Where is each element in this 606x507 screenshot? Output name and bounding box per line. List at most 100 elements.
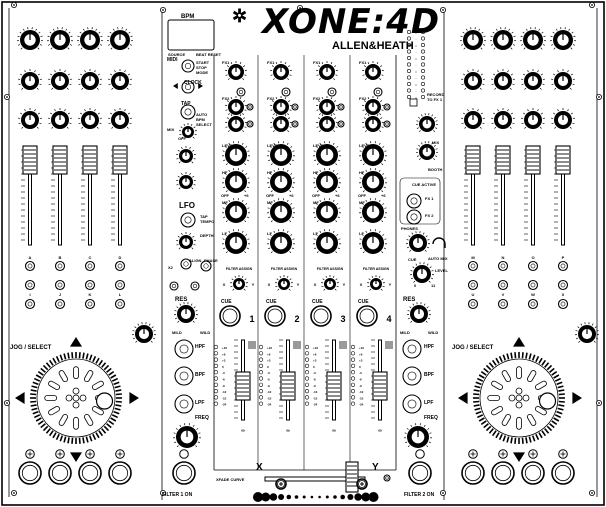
- deck-right-cue-button-4[interactable]: [551, 461, 575, 485]
- ch1-filter-assign-knob[interactable]: [230, 275, 248, 291]
- lfo-rate-knob-2[interactable]: [176, 172, 196, 190]
- ch2-fader[interactable]: [279, 339, 296, 421]
- deck-right-left-arrow[interactable]: [458, 392, 468, 404]
- deck-right-cue-button-1[interactable]: [461, 461, 485, 485]
- ch2-gain-knob[interactable]: [270, 113, 292, 133]
- deck-left-top-knob-1[interactable]: [17, 27, 43, 50]
- filter2-hpf-button[interactable]: [402, 339, 422, 359]
- deck-left-button-a4[interactable]: [114, 260, 126, 272]
- deck-left-top-knob-3[interactable]: [77, 27, 103, 50]
- deck-left-select-encoder[interactable]: [132, 322, 156, 343]
- ch4-gain-led[interactable]: [383, 120, 391, 128]
- deck-left-left-arrow[interactable]: [15, 392, 25, 404]
- ch2-filter-assign-knob[interactable]: [275, 275, 293, 291]
- deck-right-button-b4[interactable]: [557, 279, 569, 291]
- deck-left-right-arrow[interactable]: [129, 392, 139, 404]
- deck-right-button-a1[interactable]: [467, 260, 479, 272]
- deck-right-button-c1[interactable]: [467, 298, 479, 310]
- filter1-res-knob[interactable]: [174, 302, 198, 323]
- deck-right-cue-button-2[interactable]: [491, 461, 515, 485]
- ch1-cue-button[interactable]: [219, 305, 241, 327]
- ch1-gain-knob[interactable]: [225, 113, 247, 133]
- deck-right-top-knob-2[interactable]: [490, 27, 516, 50]
- ch2-gain-led[interactable]: [291, 120, 299, 128]
- ch1-pre-button[interactable]: [236, 87, 246, 97]
- deck-left-eq2-knob-3[interactable]: [78, 108, 102, 129]
- deck-right-select-encoder[interactable]: [575, 322, 599, 343]
- deck-left-eq2-knob-1[interactable]: [18, 108, 42, 129]
- crossfader-curve-right[interactable]: [356, 478, 368, 490]
- lfo-align-button[interactable]: [190, 281, 200, 291]
- ch2-fx2-led[interactable]: [291, 103, 299, 111]
- ch1-gain-led[interactable]: [246, 120, 254, 128]
- ch3-gain-led[interactable]: [337, 120, 345, 128]
- deck-right-top-knob-4[interactable]: [550, 27, 576, 50]
- deck-right-fader-1[interactable]: [464, 145, 481, 246]
- ch4-fx2-led[interactable]: [383, 103, 391, 111]
- deck-right-fader-3[interactable]: [524, 145, 541, 246]
- deck-left-button-c1[interactable]: [24, 298, 36, 310]
- deck-right-button-c2[interactable]: [497, 298, 509, 310]
- deck-left-eq-knob-2[interactable]: [48, 69, 72, 90]
- deck-left-button-b2[interactable]: [54, 279, 66, 291]
- deck-left-top-knob-2[interactable]: [47, 27, 73, 50]
- ch4-cue-button[interactable]: [356, 305, 378, 327]
- ch3-cue-button[interactable]: [310, 305, 332, 327]
- deck-left-eq2-knob-2[interactable]: [48, 108, 72, 129]
- master-mix-knob[interactable]: [415, 113, 439, 133]
- filter1-hpf-button[interactable]: [174, 339, 194, 359]
- filter2-freq-knob[interactable]: [404, 423, 432, 448]
- filter2-bpf-button[interactable]: [402, 366, 422, 386]
- ch4-fader[interactable]: [371, 339, 388, 421]
- deck-left-button-a1[interactable]: [24, 260, 36, 272]
- filter1-bpf-button[interactable]: [174, 366, 194, 386]
- cue-fx2-button[interactable]: [406, 209, 422, 225]
- deck-right-eq2-knob-4[interactable]: [551, 108, 575, 129]
- deck-right-eq-knob-3[interactable]: [521, 69, 545, 90]
- ch1-fx2-led[interactable]: [246, 103, 254, 111]
- deck-right-top-knob-3[interactable]: [520, 27, 546, 50]
- deck-left-button-b4[interactable]: [114, 279, 126, 291]
- deck-right-eq-knob-4[interactable]: [551, 69, 575, 90]
- phones-level-knob[interactable]: [410, 262, 434, 283]
- cue-fx1-button[interactable]: [406, 193, 422, 209]
- deck-left-button-c4[interactable]: [114, 298, 126, 310]
- deck-left-cue-button-1[interactable]: [18, 461, 42, 485]
- crossfader-cap[interactable]: [345, 461, 359, 493]
- deck-left-button-c3[interactable]: [84, 298, 96, 310]
- deck-right-button-c4[interactable]: [557, 298, 569, 310]
- lfo-depth-knob[interactable]: [176, 232, 196, 250]
- tap-button[interactable]: [180, 104, 196, 120]
- crossfader-curve-left[interactable]: [275, 478, 287, 490]
- deck-right-fader-2[interactable]: [494, 145, 511, 246]
- deck-left-eq-knob-1[interactable]: [18, 69, 42, 90]
- deck-right-button-b3[interactable]: [527, 279, 539, 291]
- deck-left-cue-button-2[interactable]: [48, 461, 72, 485]
- filter1-plus-led[interactable]: [179, 449, 189, 459]
- lfo-rate-knob-1[interactable]: [176, 146, 196, 164]
- ch1-fader[interactable]: [234, 339, 251, 421]
- deck-right-eq2-knob-2[interactable]: [491, 108, 515, 129]
- deck-right-fader-4[interactable]: [554, 145, 571, 246]
- deck-right-button-b1[interactable]: [467, 279, 479, 291]
- deck-left-eq-knob-4[interactable]: [108, 69, 132, 90]
- deck-left-eq-knob-3[interactable]: [78, 69, 102, 90]
- deck-right-right-arrow[interactable]: [572, 392, 582, 404]
- jog-push-knob[interactable]: [538, 392, 557, 410]
- deck-right-button-a2[interactable]: [497, 260, 509, 272]
- jog-wheel-left[interactable]: [30, 352, 122, 444]
- ch2-pre-button[interactable]: [281, 87, 291, 97]
- deck-left-fader-1[interactable]: [21, 145, 38, 246]
- filter2-on-button[interactable]: [408, 461, 432, 485]
- deck-right-button-a3[interactable]: [527, 260, 539, 272]
- deck-left-fader-4[interactable]: [111, 145, 128, 246]
- ch4-pre-button[interactable]: [373, 87, 383, 97]
- ch3-filter-assign-knob[interactable]: [321, 275, 339, 291]
- deck-left-button-b3[interactable]: [84, 279, 96, 291]
- deck-right-button-c3[interactable]: [527, 298, 539, 310]
- deck-left-button-a3[interactable]: [84, 260, 96, 272]
- deck-left-button-c2[interactable]: [54, 298, 66, 310]
- crossfader-reverse-led[interactable]: [383, 474, 391, 482]
- deck-right-button-b2[interactable]: [497, 279, 509, 291]
- ch3-fader[interactable]: [325, 339, 342, 421]
